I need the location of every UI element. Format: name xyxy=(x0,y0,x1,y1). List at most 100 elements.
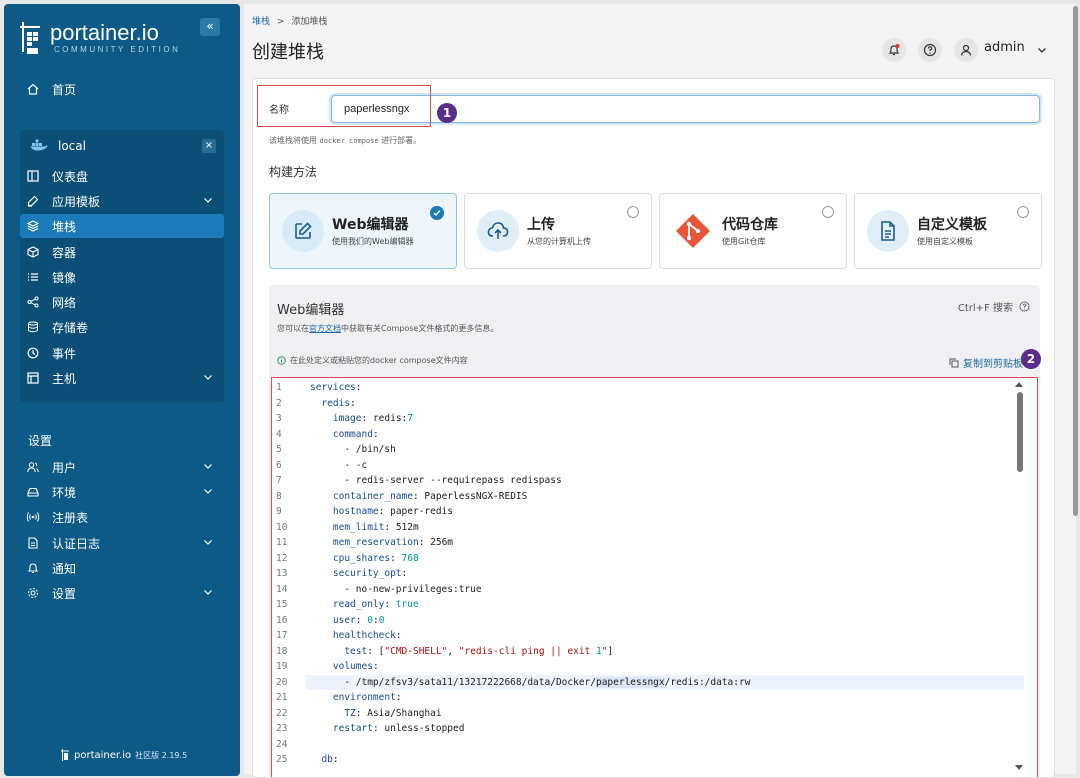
code-line[interactable]: restart: unless-stopped xyxy=(310,721,465,737)
chevron-down-icon[interactable] xyxy=(202,536,214,548)
radio-button[interactable] xyxy=(627,206,639,218)
editor-scrollbar[interactable] xyxy=(1017,392,1023,472)
sidebar-item-volumes[interactable]: 存储卷 xyxy=(20,315,224,339)
code-line[interactable]: services: xyxy=(310,380,362,396)
sidebar-item-containers[interactable]: 容器 xyxy=(20,240,224,264)
code-line[interactable]: - -c xyxy=(310,458,367,474)
brand-logo[interactable]: portainer.io COMMUNITY EDITION xyxy=(18,20,228,60)
official-docs-link[interactable]: 官方文档 xyxy=(309,324,341,333)
notifications-button[interactable] xyxy=(882,38,906,62)
line-number: 24 xyxy=(276,738,288,750)
user-name[interactable]: admin xyxy=(984,40,1025,55)
build-method-custom-template[interactable]: 自定义模板 使用自定义模板 xyxy=(854,193,1042,269)
chevron-down-icon[interactable] xyxy=(1036,44,1048,56)
build-method-label: 构建方法 xyxy=(269,165,318,179)
sidebar-item-images[interactable]: 镜像 xyxy=(20,265,224,289)
code-line[interactable]: environment: xyxy=(310,690,402,706)
sidebar-item-app-templates[interactable]: 应用模板 xyxy=(20,189,224,213)
line-number: 22 xyxy=(276,707,288,719)
code-line[interactable]: volumes: xyxy=(310,659,379,675)
code-line[interactable]: image: redis:7 xyxy=(310,411,413,427)
chevron-down-icon[interactable] xyxy=(202,460,214,472)
sidebar-item-networks[interactable]: 网络 xyxy=(20,290,224,314)
code-line[interactable]: cpu_shares: 768 xyxy=(310,551,419,567)
help-button[interactable] xyxy=(918,38,942,62)
users-icon xyxy=(26,460,40,474)
close-environment-button[interactable]: × xyxy=(202,139,216,153)
code-line[interactable]: - /tmp/zfsv3/sata11/13217222668/data/Doc… xyxy=(310,675,750,691)
radio-button[interactable] xyxy=(1017,206,1029,218)
sidebar-item-events[interactable]: 事件 xyxy=(20,341,224,365)
build-method-repository[interactable]: 代码仓库 使用Git仓库 xyxy=(659,193,847,269)
check-icon xyxy=(430,206,444,220)
breadcrumb-stacks-link[interactable]: 堆栈 xyxy=(252,17,270,27)
sidebar-item-label: 认证日志 xyxy=(52,536,101,551)
sidebar-item-users[interactable]: 用户 xyxy=(20,455,224,479)
sidebar-item-label: 仪表盘 xyxy=(52,169,89,184)
code-line[interactable]: healthcheck: xyxy=(310,628,402,644)
sidebar-item-dashboard[interactable]: 仪表盘 xyxy=(20,164,224,188)
page-scrollbar[interactable] xyxy=(1073,6,1078,516)
sidebar-item-home[interactable]: 首页 xyxy=(20,77,224,101)
code-line[interactable]: mem_reservation: 256m xyxy=(310,535,453,551)
line-number: 6 xyxy=(276,459,282,471)
sidebar-item-settings[interactable]: 设置 xyxy=(20,581,224,605)
brand-name: portainer.io xyxy=(50,20,159,45)
code-line[interactable]: test: ["CMD-SHELL", "redis-cli ping || e… xyxy=(310,644,613,660)
code-line[interactable]: command: xyxy=(310,427,379,443)
code-line[interactable]: - no-new-privileges:true xyxy=(310,582,481,598)
sidebar-item-stacks[interactable]: 堆栈 xyxy=(20,214,224,238)
code-line[interactable]: - redis-server --requirepass redispass xyxy=(310,473,561,489)
code-line[interactable]: hostname: paper-redis xyxy=(310,504,453,520)
chevron-down-icon[interactable] xyxy=(202,586,214,598)
chevron-down-icon[interactable] xyxy=(202,194,214,206)
code-line[interactable]: read_only: true xyxy=(310,597,419,613)
copy-to-clipboard-button[interactable]: 复制到剪贴板 xyxy=(949,355,1023,370)
line-number: 12 xyxy=(276,552,288,564)
code-line[interactable]: TZ: Asia/Shanghai xyxy=(310,706,441,722)
code-line[interactable]: container_name: PaperlessNGX-REDIS xyxy=(310,489,527,505)
line-number: 11 xyxy=(276,537,288,548)
code-line[interactable]: - /bin/sh xyxy=(310,442,395,458)
code-line[interactable]: user: 0:0 xyxy=(310,613,385,629)
sidebar: portainer.io COMMUNITY EDITION « 首页 loca… xyxy=(4,4,240,776)
sidebar-item-label: 堆栈 xyxy=(52,219,77,234)
sidebar-item-label: 存储卷 xyxy=(52,320,89,335)
radio-button[interactable] xyxy=(822,206,834,218)
home-icon xyxy=(26,82,40,96)
user-icon xyxy=(960,44,972,56)
collapse-sidebar-button[interactable]: « xyxy=(200,18,220,36)
line-number: 8 xyxy=(276,490,282,502)
code-line[interactable]: mem_limit: 512m xyxy=(310,520,419,536)
scroll-up-arrow[interactable] xyxy=(1015,382,1023,387)
build-method-web-editor[interactable]: Web编辑器 使用我们的Web编辑器 xyxy=(269,193,457,269)
docker-icon xyxy=(30,139,48,154)
sidebar-item-auth-logs[interactable]: 认证日志 xyxy=(20,531,224,555)
cloud-upload-icon xyxy=(477,210,519,252)
line-number-gutter: 1 2 3 4 5 6 7 8 9 10 11 12 13 14 15 16 17 18 19 20 21 22 23 24 2… xyxy=(272,378,306,777)
code-editor[interactable]: 1 2 3 4 5 6 7 8 9 10 11 12 13 14 15 16 17 18 19 20 21 22 23 24 2… xyxy=(271,377,1038,777)
git-icon xyxy=(672,210,714,252)
chevron-down-icon[interactable] xyxy=(202,371,214,383)
code-line[interactable]: redis: xyxy=(310,396,355,412)
hint-suffix: 进行部署。 xyxy=(381,136,422,145)
line-number: 21 xyxy=(276,692,288,703)
sidebar-item-host[interactable]: 主机 xyxy=(20,366,224,390)
footer-brand: portainer.io xyxy=(74,749,132,761)
sidebar-item-registries[interactable]: 注册表 xyxy=(20,505,224,529)
portainer-logo-icon xyxy=(20,22,40,54)
main-content: 堆栈 > 添加堆栈 创建堆栈 admin 名称 paperlessngx 1 该… xyxy=(244,4,1076,778)
line-number: 15 xyxy=(276,599,288,610)
code-line[interactable]: security_opt: xyxy=(310,566,407,582)
sidebar-item-notifications[interactable]: 通知 xyxy=(20,556,224,580)
sidebar-item-environments[interactable]: 环境 xyxy=(20,480,224,504)
method-title: 代码仓库 xyxy=(722,217,778,233)
scroll-down-arrow[interactable] xyxy=(1015,765,1023,770)
environment-header[interactable]: local × xyxy=(20,130,224,162)
chevron-down-icon[interactable] xyxy=(202,485,214,497)
code-line[interactable]: db: xyxy=(310,752,338,768)
annotation-badge-2: 2 xyxy=(1021,349,1041,369)
build-method-upload[interactable]: 上传 从您的计算机上传 xyxy=(464,193,652,269)
help-icon[interactable] xyxy=(1019,301,1030,312)
user-avatar[interactable] xyxy=(954,38,978,62)
